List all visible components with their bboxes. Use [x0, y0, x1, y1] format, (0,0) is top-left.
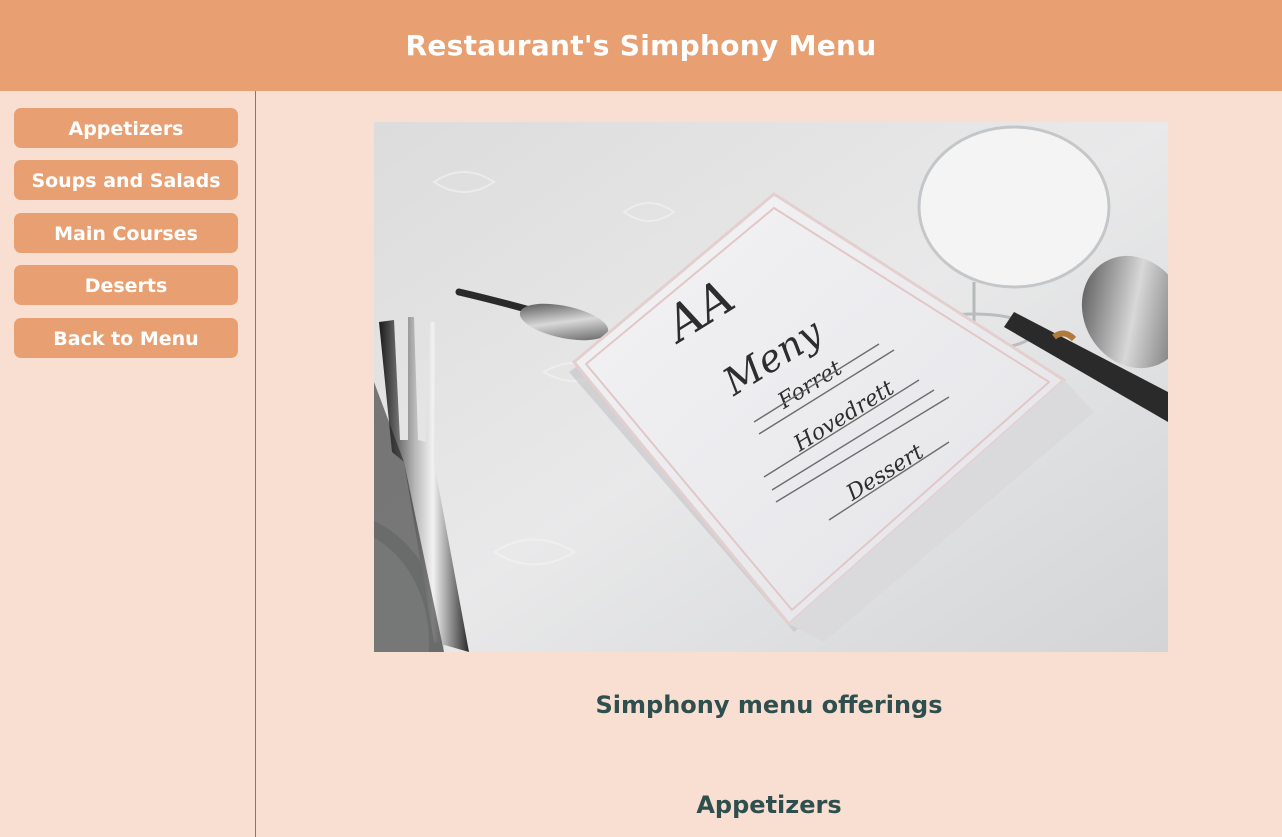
page-title: Restaurant's Simphony Menu	[405, 29, 877, 62]
menu-card-photo: AA Meny Forret Hovedrett Dessert	[374, 122, 1168, 652]
sidebar-item-deserts[interactable]: Deserts	[14, 265, 238, 305]
menu-card-photo-illustration: AA Meny Forret Hovedrett Dessert	[374, 122, 1168, 652]
section-title: Simphony menu offerings	[595, 691, 943, 719]
sidebar-item-soups-and-salads[interactable]: Soups and Salads	[14, 160, 238, 200]
page-header: Restaurant's Simphony Menu	[0, 0, 1282, 91]
sidebar-item-back-to-menu[interactable]: Back to Menu	[14, 318, 238, 358]
sidebar-nav: Appetizers Soups and Salads Main Courses…	[0, 91, 256, 837]
main-content: AA Meny Forret Hovedrett Dessert Simphon…	[256, 91, 1282, 837]
subsection-title-appetizers: Appetizers	[696, 791, 842, 819]
sidebar-item-appetizers[interactable]: Appetizers	[14, 108, 238, 148]
sidebar-item-main-courses[interactable]: Main Courses	[14, 213, 238, 253]
